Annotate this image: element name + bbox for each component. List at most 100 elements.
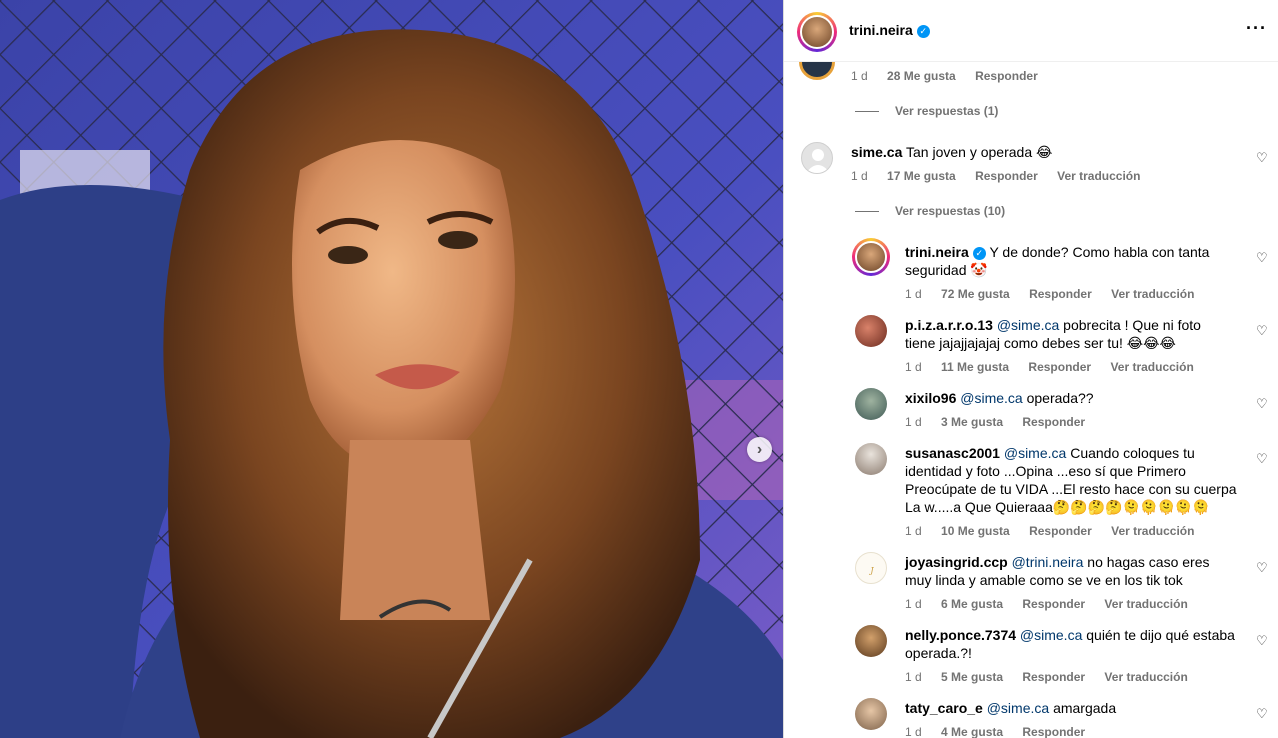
avatar[interactable] bbox=[855, 315, 887, 347]
likes-count[interactable]: 11 Me gusta bbox=[941, 360, 1009, 374]
like-heart-icon[interactable]: ♡ bbox=[1256, 323, 1268, 339]
comment-time: 1 d bbox=[905, 524, 922, 538]
comment-mention[interactable]: @sime.ca bbox=[1020, 627, 1082, 643]
verified-badge-icon: ✓ bbox=[916, 24, 930, 38]
reply-button[interactable]: Responder bbox=[975, 69, 1038, 83]
comment-meta: 1 d 3 Me gusta Responder bbox=[905, 415, 1101, 429]
comment-username[interactable]: nelly.ponce.7374 bbox=[905, 627, 1016, 643]
reply-button[interactable]: Responder bbox=[1022, 415, 1085, 429]
comment-username[interactable]: xixilo96 bbox=[905, 390, 956, 406]
comment-username[interactable]: p.i.z.a.r.r.o.13 bbox=[905, 317, 993, 333]
reply-comment: susanasc2001 @sime.ca Cuando coloques tu… bbox=[905, 444, 1240, 516]
comment-time: 1 d bbox=[905, 597, 922, 611]
likes-count[interactable]: 72 Me gusta bbox=[941, 287, 1010, 301]
view-replies-button[interactable]: Ver respuestas (10) bbox=[855, 204, 1005, 218]
likes-count[interactable]: 6 Me gusta bbox=[941, 597, 1003, 611]
likes-count[interactable]: 10 Me gusta bbox=[941, 524, 1010, 538]
next-photo-button[interactable]: › bbox=[747, 437, 772, 462]
translate-button[interactable]: Ver traducción bbox=[1111, 524, 1194, 538]
author-avatar[interactable] bbox=[797, 12, 837, 52]
comment-meta: 1 d 4 Me gusta Responder bbox=[905, 725, 1101, 738]
reply-comment: trini.neira ✓ Y de donde? Como habla con … bbox=[905, 243, 1235, 279]
like-heart-icon[interactable]: ♡ bbox=[1256, 250, 1268, 266]
comment-meta: 1 d 11 Me gusta Responder Ver traducción bbox=[905, 360, 1210, 374]
like-heart-icon[interactable]: ♡ bbox=[1256, 706, 1268, 722]
photo-illustration bbox=[0, 0, 783, 738]
default-avatar-icon bbox=[806, 149, 830, 173]
more-options-icon[interactable]: ··· bbox=[1246, 18, 1267, 39]
verified-badge-icon: ✓ bbox=[972, 246, 986, 260]
comment-username[interactable]: sime.ca bbox=[851, 144, 902, 160]
likes-count[interactable]: 4 Me gusta bbox=[941, 725, 1003, 738]
comment-time: 1 d bbox=[905, 725, 922, 738]
like-heart-icon[interactable]: ♡ bbox=[1256, 451, 1268, 467]
comment-time: 1 d bbox=[905, 415, 922, 429]
avatar[interactable] bbox=[855, 698, 887, 730]
comment-time: 1 d bbox=[905, 287, 922, 301]
like-heart-icon[interactable]: ♡ bbox=[1256, 396, 1268, 412]
comment-meta: 1 d 6 Me gusta Responder Ver traducción bbox=[905, 597, 1204, 611]
comment-mention[interactable]: @sime.ca bbox=[1004, 445, 1066, 461]
comment-text: Tan joven y operada 😂 bbox=[906, 144, 1053, 160]
comment-meta: 1 d 28 Me gusta Responder bbox=[851, 69, 1054, 83]
svg-text:J: J bbox=[868, 566, 874, 575]
comment-time: 1 d bbox=[905, 670, 922, 684]
comment-meta: 1 d 10 Me gusta Responder Ver traducción bbox=[905, 524, 1210, 538]
translate-button[interactable]: Ver traducción bbox=[1110, 360, 1193, 374]
comment-time: 1 d bbox=[851, 69, 868, 83]
comment: sime.ca Tan joven y operada 😂 bbox=[851, 143, 1231, 161]
reply-comment: nelly.ponce.7374 @sime.ca quién te dijo … bbox=[905, 626, 1235, 662]
reply-button[interactable]: Responder bbox=[1029, 524, 1092, 538]
reply-comment: taty_caro_e @sime.ca amargada bbox=[905, 699, 1235, 717]
comments-panel: trini.neira ✓ ··· 1 d 28 Me gusta Respond… bbox=[783, 0, 1278, 738]
comment-text: operada?? bbox=[1026, 390, 1094, 406]
reply-button[interactable]: Responder bbox=[1028, 360, 1091, 374]
comment-meta: 1 d 5 Me gusta Responder Ver traducción bbox=[905, 670, 1204, 684]
comment-text: amargada bbox=[1053, 700, 1117, 716]
joyas-logo-icon: J bbox=[868, 566, 874, 575]
reply-button[interactable]: Responder bbox=[975, 169, 1038, 183]
comment-time: 1 d bbox=[851, 169, 868, 183]
reply-comment: xixilo96 @sime.ca operada?? bbox=[905, 389, 1235, 407]
translate-button[interactable]: Ver traducción bbox=[1111, 287, 1194, 301]
translate-button[interactable]: Ver traducción bbox=[1057, 169, 1140, 183]
comment-mention[interactable]: @sime.ca bbox=[987, 700, 1049, 716]
comment-meta: 1 d 17 Me gusta Responder Ver traducción bbox=[851, 169, 1156, 183]
author-username-link[interactable]: trini.neira ✓ bbox=[849, 22, 930, 38]
avatar[interactable] bbox=[801, 142, 833, 174]
likes-count[interactable]: 5 Me gusta bbox=[941, 670, 1003, 684]
avatar[interactable] bbox=[855, 443, 887, 475]
likes-count[interactable]: 28 Me gusta bbox=[887, 69, 956, 83]
avatar[interactable] bbox=[855, 388, 887, 420]
post-header: trini.neira ✓ ··· bbox=[784, 0, 1278, 62]
reply-button[interactable]: Responder bbox=[1022, 725, 1085, 738]
reply-button[interactable]: Responder bbox=[1022, 670, 1085, 684]
chevron-right-icon: › bbox=[756, 440, 763, 458]
comment-time: 1 d bbox=[905, 360, 922, 374]
post-photo: › bbox=[0, 0, 783, 738]
likes-count[interactable]: 3 Me gusta bbox=[941, 415, 1003, 429]
comment-mention[interactable]: @sime.ca bbox=[997, 317, 1059, 333]
like-heart-icon[interactable]: ♡ bbox=[1256, 560, 1268, 576]
comment-meta: 1 d 72 Me gusta Responder Ver traducción bbox=[905, 287, 1210, 301]
reply-comment: p.i.z.a.r.r.o.13 @sime.ca pobrecita ! Qu… bbox=[905, 316, 1235, 352]
reply-comment: joyasingrid.ccp @trini.neira no hagas ca… bbox=[905, 553, 1235, 589]
comment-mention[interactable]: @trini.neira bbox=[1012, 554, 1084, 570]
reply-button[interactable]: Responder bbox=[1029, 287, 1092, 301]
comment-username[interactable]: trini.neira bbox=[905, 244, 969, 260]
comment-mention[interactable]: @sime.ca bbox=[960, 390, 1022, 406]
avatar[interactable] bbox=[855, 625, 887, 657]
translate-button[interactable]: Ver traducción bbox=[1104, 670, 1187, 684]
avatar[interactable]: J bbox=[855, 552, 887, 584]
author-username[interactable]: trini.neira bbox=[849, 22, 913, 38]
like-heart-icon[interactable]: ♡ bbox=[1256, 633, 1268, 649]
comment-username[interactable]: susanasc2001 bbox=[905, 445, 1000, 461]
likes-count[interactable]: 17 Me gusta bbox=[887, 169, 956, 183]
comment-username[interactable]: taty_caro_e bbox=[905, 700, 983, 716]
avatar[interactable] bbox=[852, 238, 890, 276]
view-replies-button[interactable]: Ver respuestas (1) bbox=[855, 104, 998, 118]
comment-username[interactable]: joyasingrid.ccp bbox=[905, 554, 1008, 570]
reply-button[interactable]: Responder bbox=[1022, 597, 1085, 611]
like-heart-icon[interactable]: ♡ bbox=[1256, 150, 1268, 166]
translate-button[interactable]: Ver traducción bbox=[1104, 597, 1187, 611]
